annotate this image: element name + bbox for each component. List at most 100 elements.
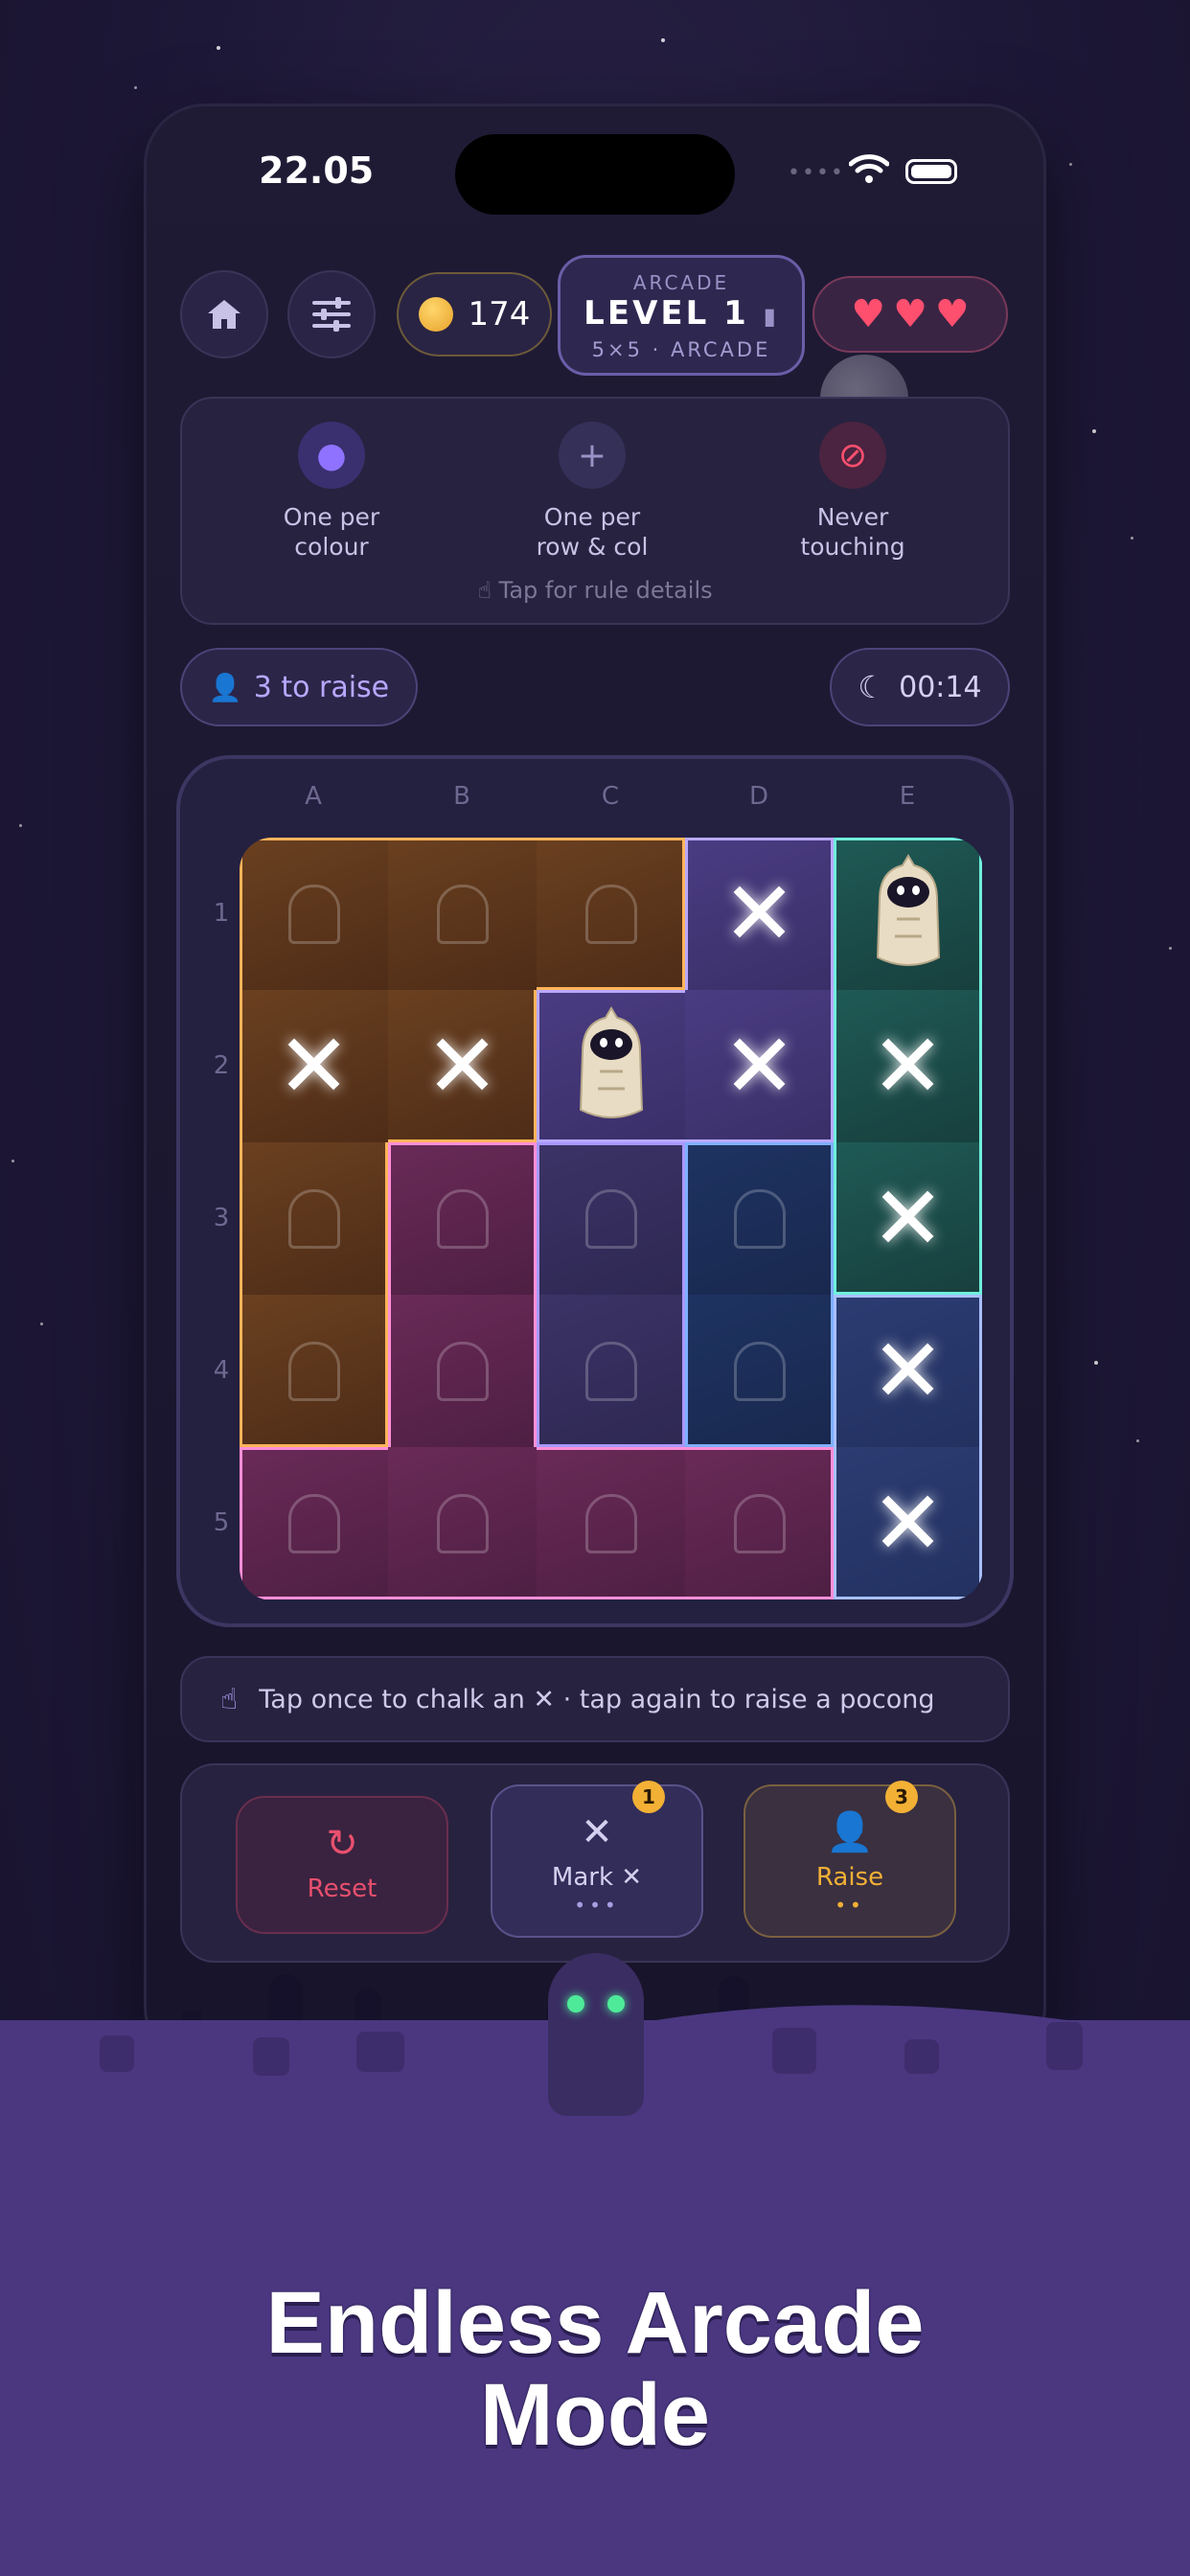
ghost-eye — [567, 1995, 584, 2012]
grave-icon — [436, 1493, 489, 1553]
x-icon: ✕ — [581, 1810, 613, 1854]
board-cell[interactable]: ✕ — [685, 990, 834, 1142]
star — [1169, 947, 1172, 950]
coin-balance[interactable]: 174 — [397, 272, 552, 356]
column-label: A — [305, 782, 322, 811]
grave-icon — [436, 1341, 489, 1401]
board-cell[interactable] — [240, 838, 388, 990]
raise-button[interactable]: 3 👤 Raise •• — [744, 1781, 956, 1938]
x-mark-icon: ✕ — [721, 862, 797, 965]
board-cell[interactable] — [388, 1447, 537, 1599]
board-cell[interactable]: ✕ — [240, 990, 388, 1142]
rules-panel[interactable]: ● One per colour + One per row & col ⊘ Nev… — [180, 397, 1010, 625]
promo-headline: Endless Arcade Mode — [0, 2277, 1190, 2461]
row-label: 1 — [213, 899, 230, 928]
board-cell[interactable] — [537, 1295, 685, 1447]
moon-icon: ☾ — [858, 669, 886, 705]
x-mark-icon: ✕ — [721, 1014, 797, 1117]
star — [1092, 429, 1096, 433]
board-cell[interactable]: ✕ — [834, 1447, 982, 1599]
rules-hint: ☝ Tap for rule details — [477, 577, 713, 604]
grave-icon — [584, 1188, 637, 1249]
column-label: E — [899, 782, 916, 811]
pocong-icon — [579, 1005, 643, 1118]
board-cell[interactable] — [537, 1142, 685, 1295]
star — [1131, 537, 1133, 540]
instruction-bar: ☝ Tap once to chalk an ✕ · tap again to … — [180, 1656, 1010, 1742]
row-label: 4 — [213, 1356, 230, 1385]
home-icon — [208, 300, 240, 329]
board-cell[interactable] — [388, 1142, 537, 1295]
star — [1094, 1361, 1098, 1365]
board-cell[interactable] — [685, 1142, 834, 1295]
mark-button[interactable]: 1 ✕ Mark ✕ ••• — [491, 1781, 703, 1938]
headline-line-2: Mode — [479, 2366, 711, 2464]
board-cell[interactable] — [240, 1447, 388, 1599]
grave-icon — [287, 1341, 340, 1401]
rule-one-per-row-col: + One per row & col — [506, 422, 678, 562]
level-title: LEVEL 1 ▮ — [561, 294, 802, 333]
map-icon: ▮ — [763, 303, 779, 330]
board-cell[interactable] — [388, 838, 537, 990]
raise-label: Raise — [815, 1863, 884, 1892]
star — [40, 1322, 43, 1325]
grave-icon — [733, 1341, 786, 1401]
heart-icon: ♥ — [893, 292, 927, 336]
row-label: 5 — [213, 1508, 230, 1537]
grave-icon — [733, 1188, 786, 1249]
board-cell[interactable] — [240, 1295, 388, 1447]
tombstone — [1046, 2022, 1083, 2070]
tap-icon: ☝ — [477, 577, 492, 604]
board-cell[interactable] — [537, 838, 685, 990]
board-cell[interactable] — [685, 1295, 834, 1447]
board-cell[interactable]: ✕ — [685, 838, 834, 990]
pocong-icon — [876, 853, 940, 966]
grave-icon — [436, 884, 489, 944]
board-cell[interactable] — [685, 1447, 834, 1599]
level-title-text: LEVEL 1 — [584, 294, 749, 333]
reset-icon: ↻ — [326, 1822, 358, 1866]
reset-button[interactable]: ↻ Reset — [236, 1796, 448, 1934]
grave-icon — [584, 1341, 637, 1401]
star — [134, 86, 137, 89]
grave-icon — [584, 1493, 637, 1553]
x-mark-icon: ✕ — [870, 1166, 946, 1270]
board-cell[interactable]: ✕ — [834, 1295, 982, 1447]
plus-icon: + — [559, 422, 626, 489]
heart-icon: ♥ — [851, 292, 886, 336]
rule-label: One per row & col — [536, 503, 649, 561]
rule-one-per-colour: ● One per colour — [245, 422, 418, 562]
x-mark-icon: ✕ — [276, 1014, 352, 1117]
row-label: 2 — [213, 1051, 230, 1080]
mark-dots: ••• — [574, 1894, 620, 1917]
board-cell[interactable] — [388, 1295, 537, 1447]
board-cell[interactable]: ✕ — [388, 990, 537, 1142]
wifi-icon — [848, 153, 890, 188]
row-label: 3 — [213, 1204, 230, 1232]
board-cell[interactable] — [240, 1142, 388, 1295]
home-button[interactable] — [180, 270, 268, 358]
level-card[interactable]: ARCADE LEVEL 1 ▮ 5×5 · ARCADE — [558, 255, 805, 376]
star — [11, 1160, 14, 1162]
board-cell[interactable]: ✕ — [834, 1142, 982, 1295]
tombstone — [356, 2032, 404, 2072]
x-mark-icon: ✕ — [870, 1014, 946, 1117]
palette-icon: ● — [298, 422, 365, 489]
settings-button[interactable] — [287, 270, 376, 358]
rule-label: One per colour — [283, 503, 380, 561]
action-bar: ↻ Reset 1 ✕ Mark ✕ ••• 3 👤 Raise •• — [180, 1763, 1010, 1963]
board-cell[interactable] — [834, 838, 982, 990]
x-mark-icon: ✕ — [870, 1471, 946, 1575]
board-cell[interactable]: ✕ — [834, 990, 982, 1142]
star — [19, 824, 22, 827]
battery-icon — [905, 159, 957, 184]
board-cell[interactable] — [537, 1447, 685, 1599]
mark-label: Mark ✕ — [551, 1863, 643, 1892]
grave-icon — [436, 1188, 489, 1249]
board-cell[interactable] — [537, 990, 685, 1142]
ghost-eye — [607, 1995, 625, 2012]
x-mark-icon: ✕ — [870, 1319, 946, 1422]
level-subtitle: 5×5 · ARCADE — [591, 338, 771, 361]
person-search-icon: 👤 — [208, 671, 242, 703]
instruction-text: Tap once to chalk an ✕ · tap again to ra… — [259, 1684, 935, 1714]
